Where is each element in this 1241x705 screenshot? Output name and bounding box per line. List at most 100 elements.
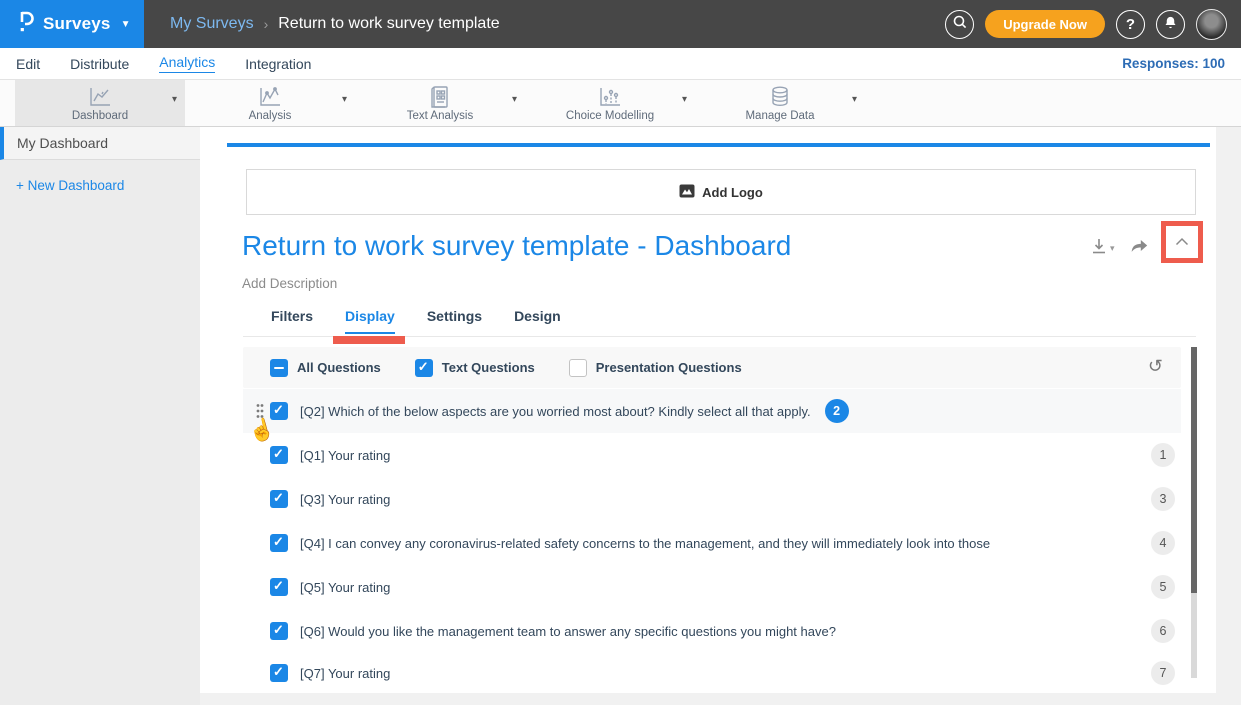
checkbox-checked-icon[interactable] xyxy=(270,402,288,420)
app-name: Surveys xyxy=(43,14,111,34)
filter-label: Text Questions xyxy=(442,360,535,375)
toolbar-item-dashboard[interactable]: Dashboard ▾ xyxy=(15,80,185,126)
chevron-down-icon[interactable]: ▾ xyxy=(172,94,177,105)
sidebar-item-my-dashboard[interactable]: My Dashboard xyxy=(0,127,200,160)
download-button[interactable]: ▾ xyxy=(1090,237,1115,260)
checkbox-checked-icon[interactable] xyxy=(270,446,288,464)
tab-design[interactable]: Design xyxy=(514,308,561,334)
toolbar-item-label: Text Analysis xyxy=(407,110,473,122)
accent-topline xyxy=(227,143,1210,147)
chevron-down-icon[interactable]: ▾ xyxy=(682,94,687,105)
share-button[interactable] xyxy=(1129,237,1149,259)
tab-display[interactable]: Display xyxy=(345,308,395,334)
list-scrollbar[interactable] xyxy=(1191,347,1197,678)
dashboard-actions: ▾ xyxy=(1090,221,1203,263)
question-text: [Q2] Which of the below aspects are you … xyxy=(300,404,811,419)
question-filter-bar: All Questions Text Questions Presentatio… xyxy=(243,347,1181,388)
dashboard-sidebar: My Dashboard + New Dashboard xyxy=(0,127,200,705)
breadcrumb-my-surveys[interactable]: My Surveys xyxy=(170,15,254,33)
reset-refresh-icon[interactable]: ↺ xyxy=(1148,357,1163,375)
help-icon: ? xyxy=(1126,16,1135,33)
toolbar-item-choice-modelling[interactable]: Choice Modelling ▾ xyxy=(525,80,695,126)
nav-item-edit[interactable]: Edit xyxy=(16,56,40,72)
share-icon xyxy=(1129,241,1149,258)
checkbox-checked-icon[interactable] xyxy=(270,534,288,552)
question-row[interactable]: [Q5] Your rating 5 xyxy=(243,565,1181,609)
line-chart-icon xyxy=(87,85,113,109)
question-text: [Q3] Your rating xyxy=(300,492,390,507)
help-button[interactable]: ? xyxy=(1116,10,1145,39)
tab-settings[interactable]: Settings xyxy=(427,308,482,334)
filter-label: Presentation Questions xyxy=(596,360,742,375)
filter-all-questions[interactable]: All Questions xyxy=(270,359,381,377)
toolbar-item-label: Analysis xyxy=(249,110,292,122)
filter-text-questions[interactable]: Text Questions xyxy=(415,359,535,377)
question-row[interactable]: [Q2] Which of the below aspects are you … xyxy=(243,389,1181,433)
question-order-badge: 3 xyxy=(1151,487,1175,511)
filter-label: All Questions xyxy=(297,360,381,375)
toolbar-item-manage-data[interactable]: Manage Data ▾ xyxy=(695,80,865,126)
annotation-highlight-display-tab xyxy=(333,336,405,344)
add-logo-dropzone[interactable]: Add Logo xyxy=(246,169,1196,215)
checkbox-checked-icon[interactable] xyxy=(270,622,288,640)
nav-item-integration[interactable]: Integration xyxy=(245,56,311,72)
chevron-down-icon[interactable]: ▾ xyxy=(512,94,517,105)
bell-icon xyxy=(1163,15,1178,34)
search-button[interactable] xyxy=(945,10,974,39)
tab-filters[interactable]: Filters xyxy=(271,308,313,334)
image-icon xyxy=(679,184,695,201)
breadcrumb: My Surveys › Return to work survey templ… xyxy=(170,15,500,33)
dashboard-tabs: Filters Display Settings Design xyxy=(271,308,561,334)
responses-count[interactable]: Responses: 100 xyxy=(1122,56,1225,71)
question-order-badge: 7 xyxy=(1151,661,1175,685)
document-grid-icon xyxy=(428,85,452,109)
search-icon xyxy=(952,14,968,34)
breadcrumb-current: Return to work survey template xyxy=(278,15,499,33)
question-row[interactable]: [Q4] I can convey any coronavirus-relate… xyxy=(243,521,1181,565)
chevron-down-icon: ▼ xyxy=(121,19,131,30)
toolbar-item-label: Choice Modelling xyxy=(566,110,654,122)
new-dashboard-button[interactable]: + New Dashboard xyxy=(16,178,200,193)
question-text: [Q6] Would you like the management team … xyxy=(300,624,836,639)
filter-presentation-questions[interactable]: Presentation Questions xyxy=(569,359,742,377)
question-text: [Q1] Your rating xyxy=(300,448,390,463)
download-icon xyxy=(1090,237,1108,260)
question-row[interactable]: [Q6] Would you like the management team … xyxy=(243,609,1181,653)
checkbox-unchecked-icon[interactable] xyxy=(569,359,587,377)
checkbox-checked-icon[interactable] xyxy=(270,490,288,508)
toolbar-item-analysis[interactable]: Analysis ▾ xyxy=(185,80,355,126)
question-text: [Q7] Your rating xyxy=(300,666,390,681)
chevron-down-icon[interactable]: ▾ xyxy=(342,94,347,105)
top-header: Surveys ▼ My Surveys › Return to work su… xyxy=(0,0,1241,48)
checkbox-checked-icon[interactable] xyxy=(415,359,433,377)
question-row[interactable]: [Q7] Your rating 7 xyxy=(243,653,1181,693)
question-row[interactable]: [Q3] Your rating 3 xyxy=(243,477,1181,521)
scrollbar-thumb[interactable] xyxy=(1191,347,1197,593)
question-order-badge: 4 xyxy=(1151,531,1175,555)
question-row[interactable]: [Q1] Your rating 1 xyxy=(243,433,1181,477)
module-nav: Edit Distribute Analytics Integration Re… xyxy=(0,48,1241,80)
checkbox-checked-icon[interactable] xyxy=(270,578,288,596)
chevron-down-icon: ▾ xyxy=(1110,243,1115,254)
analytics-toolbar: Dashboard ▾ Analysis ▾ Text Analysis ▾ C… xyxy=(0,80,1241,127)
scatter-chart-icon xyxy=(597,85,623,109)
breadcrumb-separator: › xyxy=(264,16,269,32)
nav-item-distribute[interactable]: Distribute xyxy=(70,56,129,72)
upgrade-now-button[interactable]: Upgrade Now xyxy=(985,10,1105,38)
toolbar-item-text-analysis[interactable]: Text Analysis ▾ xyxy=(355,80,525,126)
collapse-panel-button-highlighted[interactable] xyxy=(1161,221,1203,263)
avatar[interactable] xyxy=(1196,9,1227,40)
database-icon xyxy=(768,85,792,109)
checkbox-checked-icon[interactable] xyxy=(270,664,288,682)
app-switcher[interactable]: Surveys ▼ xyxy=(0,0,144,48)
add-logo-label: Add Logo xyxy=(702,185,763,200)
page-title[interactable]: Return to work survey template - Dashboa… xyxy=(242,230,791,262)
collapse-chevron-icon xyxy=(1175,233,1189,251)
questionpro-logo-icon xyxy=(16,9,35,40)
toolbar-item-label: Dashboard xyxy=(72,110,128,122)
chevron-down-icon[interactable]: ▾ xyxy=(852,94,857,105)
nav-item-analytics[interactable]: Analytics xyxy=(159,54,215,73)
checkbox-indeterminate-icon[interactable] xyxy=(270,359,288,377)
notifications-button[interactable] xyxy=(1156,10,1185,39)
add-description[interactable]: Add Description xyxy=(242,276,337,291)
